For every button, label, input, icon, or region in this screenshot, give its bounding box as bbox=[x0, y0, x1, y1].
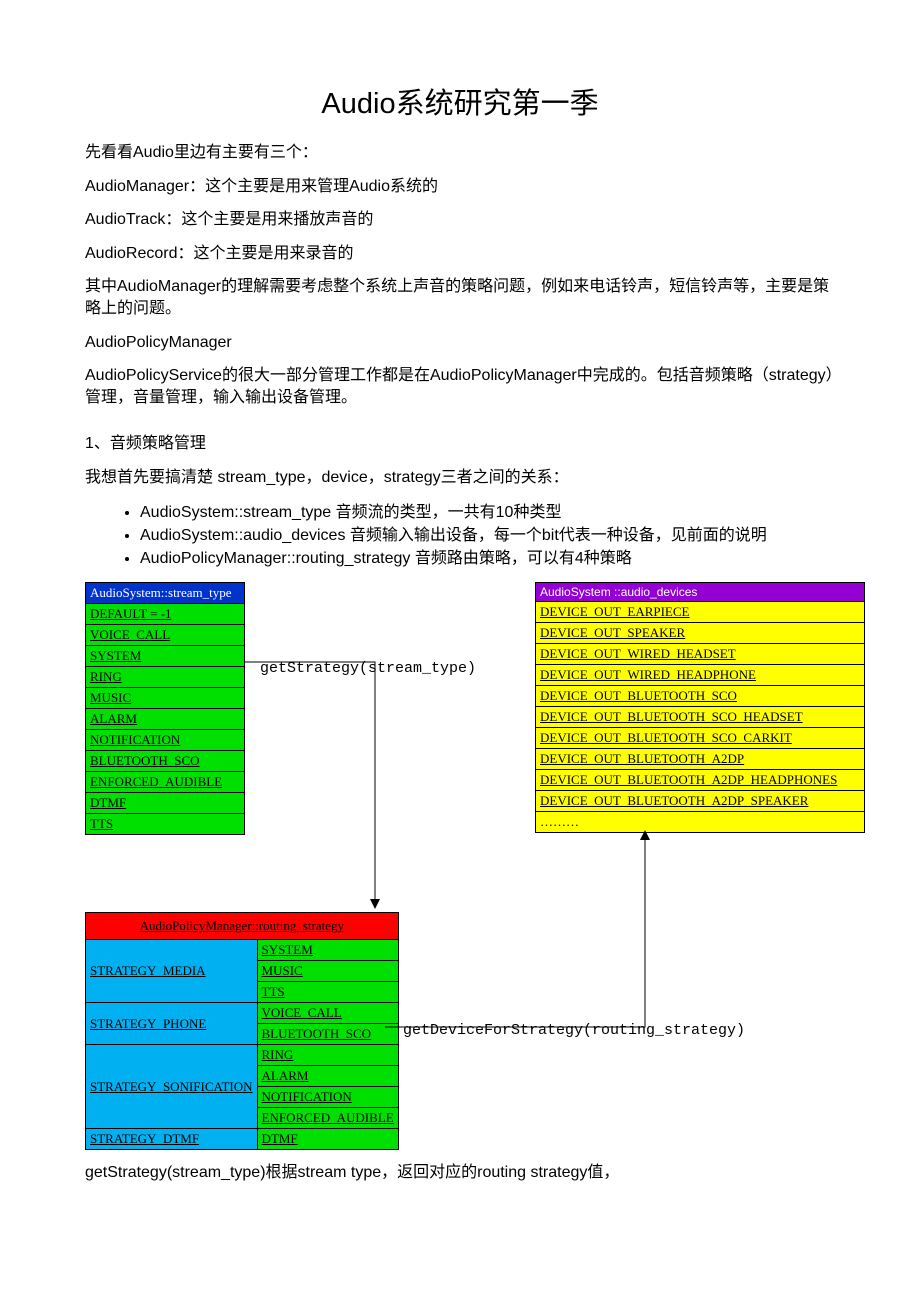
bottom-text: getStrategy(stream_type)根据stream type，返回… bbox=[85, 1162, 835, 1184]
table-row: DEVICE_OUT_BLUETOOTH_A2DP_HEADPHONES bbox=[536, 770, 865, 791]
routing-strategy-table: AudioPolicyManager::routing_strategy STR… bbox=[85, 912, 399, 1150]
table-row: MUSIC bbox=[86, 688, 245, 709]
stream-type-header: AudioSystem::stream_type bbox=[86, 583, 245, 604]
strategy-cell: STRATEGY_SONIFICATION bbox=[86, 1045, 258, 1129]
table-row: DEVICE_OUT_WIRED_HEADPHONE bbox=[536, 665, 865, 686]
strategy-cell: STRATEGY_DTMF bbox=[86, 1129, 258, 1150]
strategy-item: TTS bbox=[257, 982, 398, 1003]
strategy-item: ALARM bbox=[257, 1066, 398, 1087]
table-row: ENFORCED_AUDIBLE bbox=[86, 772, 245, 793]
intro-para3: AudioTrack：这个主要是用来播放声音的 bbox=[85, 209, 835, 231]
table-row: TTS bbox=[86, 814, 245, 835]
page-title: Audio系统研究第一季 bbox=[85, 80, 835, 122]
bullet-item: AudioSystem::audio_devices 音频输入输出设备，每一个b… bbox=[140, 524, 835, 547]
audio-devices-header: AudioSystem ::audio_devices bbox=[536, 583, 865, 602]
table-row-dots: ……… bbox=[536, 812, 865, 833]
table-row: DEVICE_OUT_BLUETOOTH_A2DP_SPEAKER bbox=[536, 791, 865, 812]
table-row: NOTIFICATION bbox=[86, 730, 245, 751]
strategy-item: ENFORCED_AUDIBLE bbox=[257, 1108, 398, 1129]
strategy-cell: STRATEGY_PHONE bbox=[86, 1003, 258, 1045]
fn-getdevice: getDeviceForStrategy(routing_strategy) bbox=[403, 1022, 745, 1039]
intro-para1: 先看看Audio里边有主要有三个： bbox=[85, 142, 835, 164]
intro-para5: 其中AudioManager的理解需要考虑整个系统上声音的策略问题，例如来电话铃… bbox=[85, 276, 835, 319]
bullet-item: AudioPolicyManager::routing_strategy 音频路… bbox=[140, 547, 835, 570]
table-row: DTMF bbox=[86, 793, 245, 814]
bullet-item: AudioSystem::stream_type 音频流的类型，一共有10种类型 bbox=[140, 501, 835, 524]
strategy-item: BLUETOOTH_SCO bbox=[257, 1024, 398, 1045]
table-row: DEVICE_OUT_BLUETOOTH_SCO bbox=[536, 686, 865, 707]
table-row: DEVICE_OUT_EARPIECE bbox=[536, 602, 865, 623]
table-row: DEFAULT = -1 bbox=[86, 604, 245, 625]
table-row: DEVICE_OUT_BLUETOOTH_SCO_HEADSET bbox=[536, 707, 865, 728]
apm-desc: AudioPolicyService的很大一部分管理工作都是在AudioPoli… bbox=[85, 365, 835, 408]
strategy-item: VOICE_CALL bbox=[257, 1003, 398, 1024]
strategy-item: MUSIC bbox=[257, 961, 398, 982]
table-row: DEVICE_OUT_BLUETOOTH_A2DP bbox=[536, 749, 865, 770]
intro-para4: AudioRecord：这个主要是用来录音的 bbox=[85, 243, 835, 265]
table-row: SYSTEM bbox=[86, 646, 245, 667]
table-row: BLUETOOTH_SCO bbox=[86, 751, 245, 772]
bullet-list: AudioSystem::stream_type 音频流的类型，一共有10种类型… bbox=[120, 501, 835, 571]
table-row: DEVICE_OUT_SPEAKER bbox=[536, 623, 865, 644]
fn-getstrategy: getStrategy(stream_type) bbox=[260, 660, 476, 677]
strategy-cell: STRATEGY_MEDIA bbox=[86, 940, 258, 1003]
strategy-item: DTMF bbox=[257, 1129, 398, 1150]
section1-p1: 我想首先要搞清楚 stream_type，device，strategy三者之间… bbox=[85, 467, 835, 489]
table-row: DEVICE_OUT_WIRED_HEADSET bbox=[536, 644, 865, 665]
table-row: VOICE_CALL bbox=[86, 625, 245, 646]
apm-heading: AudioPolicyManager bbox=[85, 332, 835, 354]
table-row: RING bbox=[86, 667, 245, 688]
strategy-item: SYSTEM bbox=[257, 940, 398, 961]
section1-title: 1、音频策略管理 bbox=[85, 433, 835, 455]
strategy-item: RING bbox=[257, 1045, 398, 1066]
table-row: ALARM bbox=[86, 709, 245, 730]
intro-para2: AudioManager：这个主要是用来管理Audio系统的 bbox=[85, 176, 835, 198]
diagram: AudioSystem::stream_type DEFAULT = -1 VO… bbox=[85, 582, 875, 1152]
audio-devices-table: AudioSystem ::audio_devices DEVICE_OUT_E… bbox=[535, 582, 865, 833]
table-row: DEVICE_OUT_BLUETOOTH_SCO_CARKIT bbox=[536, 728, 865, 749]
stream-type-table: AudioSystem::stream_type DEFAULT = -1 VO… bbox=[85, 582, 245, 835]
strategy-item: NOTIFICATION bbox=[257, 1087, 398, 1108]
routing-strategy-header: AudioPolicyManager::routing_strategy bbox=[86, 913, 399, 940]
